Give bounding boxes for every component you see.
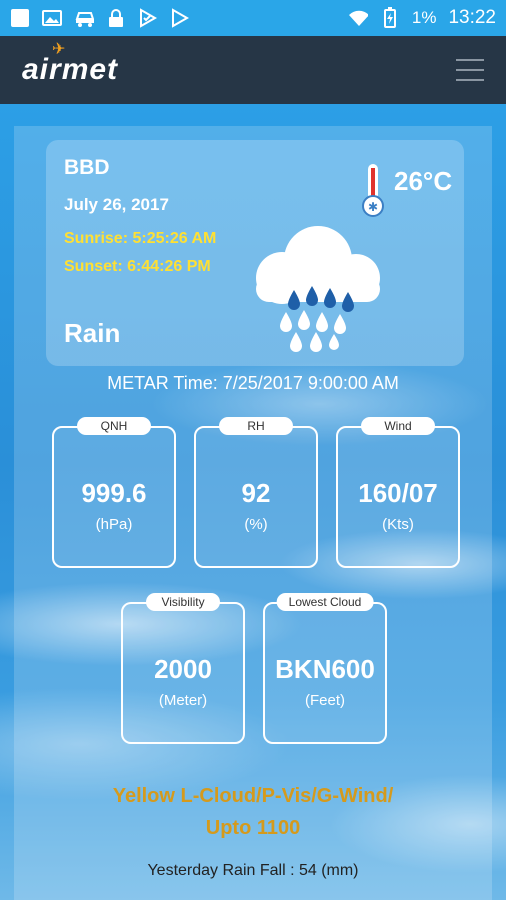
wind-tile: Wind 160/07 (Kts) <box>336 417 460 568</box>
lock-icon <box>106 8 126 28</box>
weather-summary-card: BBD July 26, 2017 Sunrise: 5:25:26 AM Su… <box>46 140 464 366</box>
warning-line-2: Upto 1100 <box>205 817 301 839</box>
status-bar: 1% 13:22 <box>0 0 506 36</box>
app-square-icon <box>10 8 30 28</box>
warning-line-1: Yellow L-Cloud/P-Vis/G-Wind/ <box>112 785 394 807</box>
color-state-warning: Yellow L-Cloud/P-Vis/G-Wind/ Upto 1100 <box>0 780 506 844</box>
svg-text:✱: ✱ <box>368 200 378 214</box>
tile-label: RH <box>219 417 293 435</box>
battery-charging-icon <box>380 7 400 28</box>
thermometer-icon: ✱ <box>360 162 386 223</box>
tile-label: Wind <box>361 417 435 435</box>
tile-label: Lowest Cloud <box>276 593 374 611</box>
image-icon <box>42 8 62 28</box>
visibility-tile: Visibility 2000 (Meter) <box>121 593 245 744</box>
airmet-logo: ✈ airmet <box>22 41 119 87</box>
tile-unit: (Meter) <box>158 692 208 709</box>
tile-value: 2000 <box>154 654 212 684</box>
sunrise-time: Sunrise: 5:25:26 AM <box>64 230 217 247</box>
play-store-check-icon <box>138 8 158 28</box>
tile-value: 999.6 <box>81 478 147 508</box>
tile-unit: (hPa) <box>95 516 133 533</box>
tile-unit: (%) <box>244 516 268 533</box>
logo-text: airmet <box>22 53 119 86</box>
station-code: BBD <box>64 156 110 179</box>
wifi-icon <box>348 8 368 28</box>
lowest-cloud-tile: Lowest Cloud BKN600 (Feet) <box>263 593 387 744</box>
tile-value: BKN600 <box>275 654 375 684</box>
tile-value: 160/07 <box>358 478 438 508</box>
hamburger-menu-icon[interactable] <box>456 59 484 81</box>
clock: 13:22 <box>448 7 496 28</box>
tile-label: Visibility <box>146 593 220 611</box>
sunset-time: Sunset: 6:44:26 PM <box>64 258 211 275</box>
rh-tile: RH 92 (%) <box>194 417 318 568</box>
tile-unit: (Feet) <box>304 692 345 709</box>
tile-value: 92 <box>241 478 271 508</box>
battery-percent: 1% <box>411 8 437 27</box>
yesterday-rainfall: Yesterday Rain Fall : 54 (mm) <box>147 862 359 879</box>
plane-icon: ✈ <box>52 41 67 58</box>
temperature: 26°C <box>394 166 453 196</box>
metar-time: METAR Time: 7/25/2017 9:00:00 AM <box>107 373 399 393</box>
play-store-icon <box>170 8 190 28</box>
tile-label: QNH <box>77 417 151 435</box>
car-icon <box>74 8 94 28</box>
weather-condition: Rain <box>64 318 121 348</box>
tile-unit: (Kts) <box>382 516 414 533</box>
qnh-tile: QNH 999.6 (hPa) <box>52 417 176 568</box>
app-bar: ✈ airmet <box>0 36 506 104</box>
notification-icons <box>10 8 190 28</box>
rain-cloud-icon <box>246 220 386 360</box>
report-date: July 26, 2017 <box>64 195 169 214</box>
